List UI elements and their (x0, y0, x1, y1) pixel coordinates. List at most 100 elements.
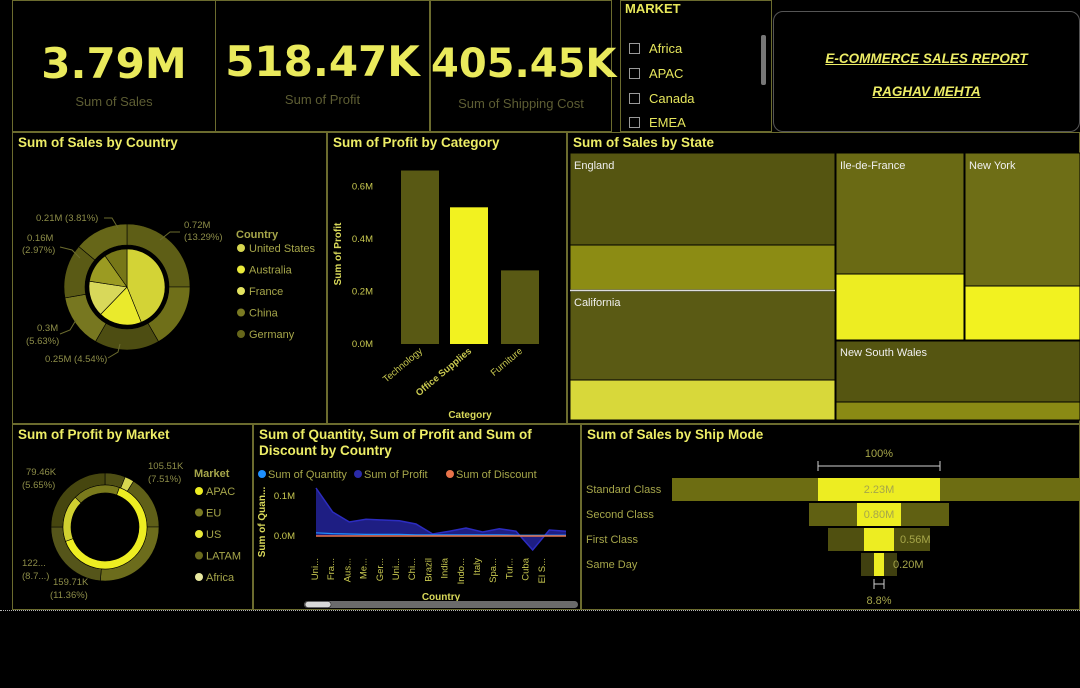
treemap-tile (964, 152, 1080, 287)
x-tick-label: Uni... (310, 558, 321, 580)
x-tick-label: Tur... (504, 558, 515, 579)
category-label: First Class (586, 534, 638, 546)
x-tick-label: Spa... (488, 558, 499, 583)
data-label: (7.51%) (148, 474, 181, 485)
chart-scrollbar-thumb (304, 601, 332, 608)
leader-line (59, 319, 77, 335)
data-label: (2.97%) (22, 245, 55, 256)
legend-marker (195, 573, 203, 581)
treemap-tile (569, 379, 836, 421)
treemap-label: New York (969, 160, 1016, 172)
y-tick-label: 0.0M (274, 531, 295, 542)
legend-marker (237, 330, 245, 338)
category-label: Standard Class (586, 484, 662, 496)
chart-scrollbar (304, 601, 578, 608)
legend-item: United States (249, 243, 316, 255)
treemap-label: Ile-de-France (840, 160, 905, 172)
x-tick-label: India (440, 557, 451, 578)
funnel-bar (864, 528, 894, 551)
legend-marker (446, 470, 454, 478)
y-tick-label: 0.4M (352, 234, 373, 245)
treemap-label: New South Wales (840, 347, 928, 359)
pie-slice-outer (95, 322, 159, 351)
treemap-tile (835, 401, 1080, 421)
treemap-label: California (574, 297, 621, 309)
x-tick-label: Uni... (391, 558, 402, 580)
legend-item: Sum of Discount (456, 469, 537, 481)
legend-title: Country (236, 229, 279, 241)
legend-marker (237, 287, 245, 295)
chart-canvas: 0.72M(13.29%) 0.25M (4.54%) 0.3M (5.63%) 0.1… (22, 152, 1080, 608)
data-label: 79.46K (26, 467, 57, 478)
x-tick-label: El S... (537, 558, 548, 583)
x-tick-label: Brazil (423, 558, 434, 582)
legend-item: China (249, 308, 279, 320)
data-label: 0.16M (27, 233, 53, 244)
y-tick-label: 0.2M (352, 286, 373, 297)
data-label: 0.56M (900, 534, 931, 546)
legend-marker (195, 508, 203, 517)
data-label: 122... (22, 558, 46, 569)
legend-item: APAC (206, 486, 235, 498)
legend-marker (354, 470, 362, 478)
x-axis-title: Category (448, 410, 492, 421)
x-tick-label: Chi... (407, 558, 418, 580)
data-label: (8.7...) (22, 571, 49, 582)
x-tick-label: Fra... (326, 558, 337, 580)
legend-marker (195, 551, 203, 560)
percent-label-bottom: 8.8% (866, 595, 891, 607)
legend-item: LATAM (206, 551, 241, 563)
category-label: Same Day (586, 559, 638, 571)
x-tick-label: Me... (359, 558, 370, 579)
legend-marker (195, 487, 203, 495)
profit-area (316, 488, 566, 550)
x-tick-label: Cuba (521, 557, 532, 580)
y-tick-label: 0.0M (352, 339, 373, 350)
y-axis-title: Sum of Profit (333, 222, 344, 285)
treemap-label: England (574, 160, 614, 172)
treemap-tile (569, 244, 836, 291)
data-label: 2.23M (864, 484, 895, 496)
funnel-bar (874, 553, 884, 576)
bar (401, 170, 439, 344)
data-label: (5.63%) (26, 336, 59, 347)
x-tick-label: Technology (381, 346, 425, 385)
y-tick-label: 0.6M (352, 181, 373, 192)
legend-title: Market (194, 468, 230, 480)
x-tick-label: Furniture (489, 346, 525, 379)
data-label: 0.80M (864, 509, 895, 521)
legend-item: Sum of Profit (364, 469, 428, 481)
data-label: 159.71K (53, 577, 89, 588)
bar (501, 270, 539, 344)
y-axis-title: Sum of Quan... (257, 487, 268, 558)
treemap-tile (835, 273, 965, 341)
legend-item: France (249, 286, 283, 298)
data-label: 0.25M (4.54%) (45, 354, 107, 365)
legend-marker (237, 244, 245, 252)
treemap-tile (964, 285, 1080, 341)
data-label: 0.21M (3.81%) (36, 213, 98, 224)
x-tick-label: Indo... (456, 558, 467, 584)
data-label: 0.72M (184, 220, 210, 231)
legend-marker (237, 308, 245, 317)
legend-marker (237, 265, 245, 274)
x-tick-label: Italy (472, 558, 483, 576)
category-label: Second Class (586, 509, 654, 521)
legend-marker (258, 470, 266, 478)
percent-label-top: 100% (865, 448, 893, 460)
legend-item: Sum of Quantity (268, 469, 347, 481)
legend-item: US (206, 529, 221, 541)
data-label: 0.20M (893, 559, 924, 571)
data-label: (5.65%) (22, 480, 55, 491)
data-label: (11.36%) (50, 590, 88, 601)
data-label: 0.3M (37, 323, 58, 334)
data-label: (13.29%) (184, 232, 223, 243)
legend-item: Australia (249, 265, 293, 277)
y-tick-label: 0.1M (274, 491, 295, 502)
x-tick-label: Ger... (375, 558, 386, 581)
legend-marker (195, 530, 203, 538)
data-label: 105.51K (148, 461, 184, 472)
bar (450, 207, 488, 344)
legend-item: Africa (206, 572, 235, 584)
legend-item: EU (206, 508, 221, 520)
